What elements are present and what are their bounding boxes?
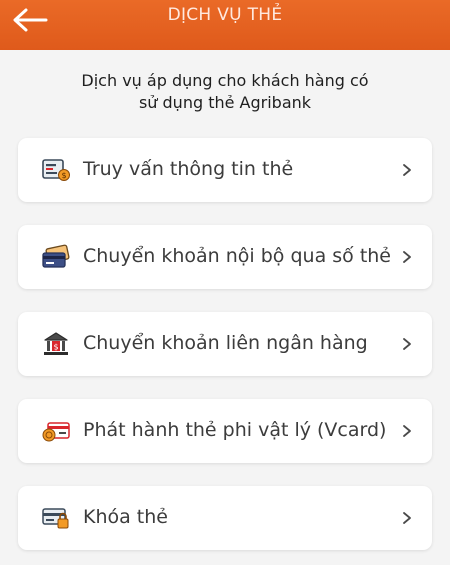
lock-card-icon: [42, 508, 69, 529]
svg-text:$: $: [53, 343, 58, 352]
bank-icon: $: [44, 332, 68, 355]
menu-item-virtual-card[interactable]: Phát hành thẻ phi vật lý (Vcard): [18, 399, 432, 463]
intro-text: Dịch vụ áp dụng cho khách hàng có sử dụn…: [0, 70, 450, 114]
chevron-right-icon: [403, 164, 411, 176]
app-header: DỊCH VỤ THẺ: [0, 0, 450, 50]
menu-item-label: Chuyển khoản nội bộ qua số thẻ: [83, 245, 391, 267]
menu-item-label: Khóa thẻ: [83, 506, 168, 528]
card-transfer-icon: [42, 244, 70, 268]
menu-item-label: Chuyển khoản liên ngân hàng: [83, 332, 368, 354]
menu-item-lock-card[interactable]: Khóa thẻ: [18, 486, 432, 550]
menu-item-internal-transfer[interactable]: Chuyển khoản nội bộ qua số thẻ: [18, 225, 432, 289]
intro-line-2: sử dụng thẻ Agribank: [138, 93, 312, 112]
chevron-right-icon: [403, 251, 411, 263]
menu-item-label: Phát hành thẻ phi vật lý (Vcard): [83, 419, 387, 441]
page-title: DỊCH VỤ THẺ: [167, 5, 283, 25]
intro-line-1: Dịch vụ áp dụng cho khách hàng có: [81, 71, 369, 90]
chevron-right-icon: [403, 425, 411, 437]
chevron-right-icon: [403, 338, 411, 350]
menu-item-card-info[interactable]: $ Truy vấn thông tin thẻ: [18, 138, 432, 202]
card-info-icon: $: [42, 159, 70, 181]
menu-item-label: Truy vấn thông tin thẻ: [83, 158, 294, 180]
menu-item-interbank-transfer[interactable]: $ Chuyển khoản liên ngân hàng: [18, 312, 432, 376]
chevron-right-icon: [403, 512, 411, 524]
svg-text:$: $: [61, 171, 66, 180]
virtual-card-icon: [42, 422, 70, 442]
